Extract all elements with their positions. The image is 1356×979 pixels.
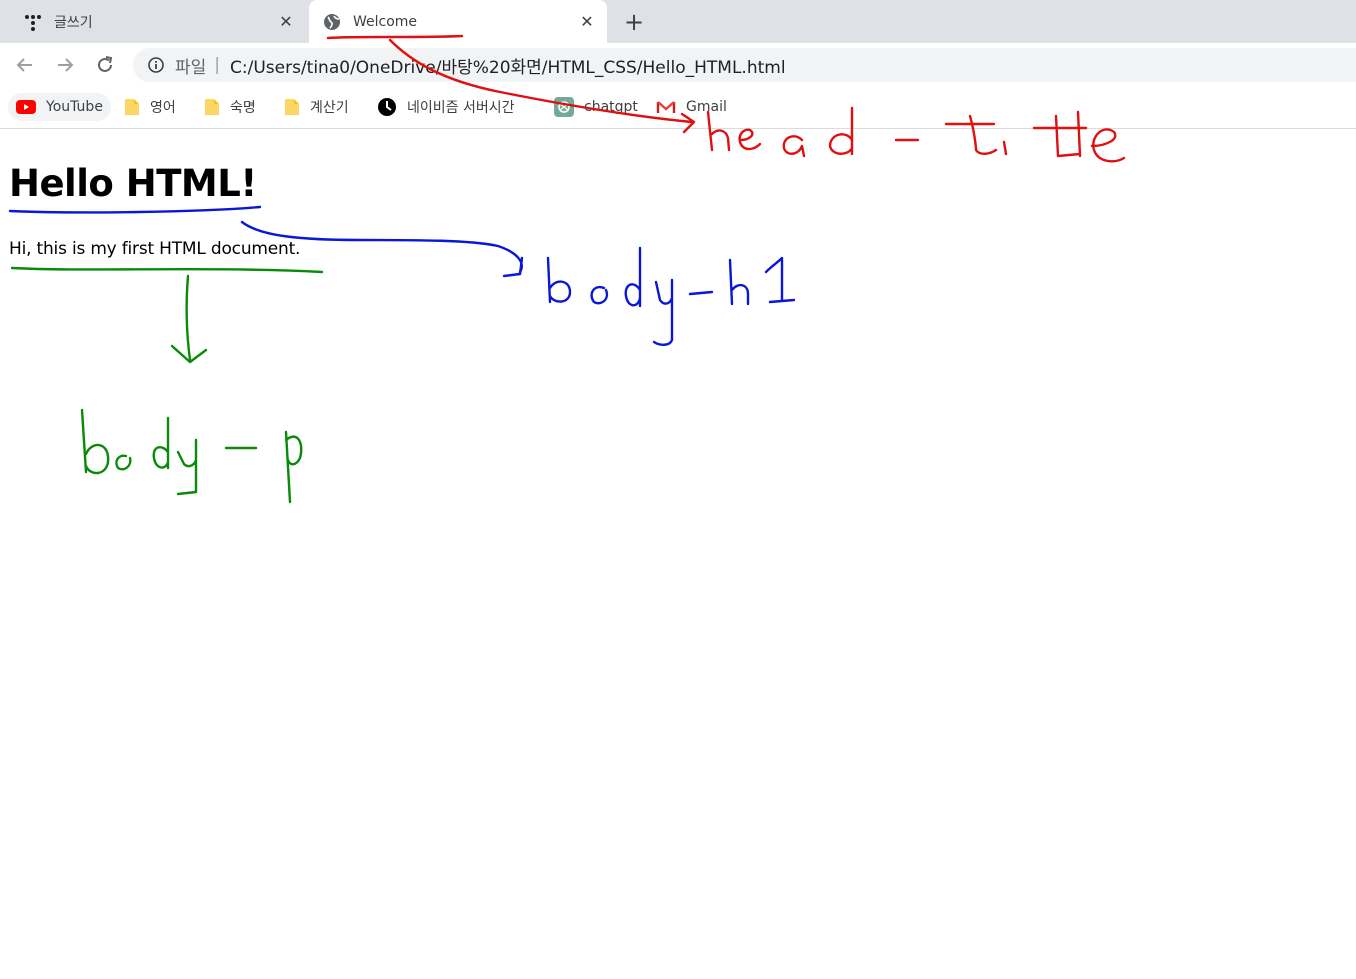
bookmark-chatgpt[interactable]: chatgpt [554,93,638,121]
bookmark-calculator[interactable]: 계산기 [284,93,349,121]
tab-strip: 글쓰기 ✕ Welcome ✕ + [0,0,1356,43]
chatgpt-icon [554,97,574,117]
bookmark-label: Gmail [686,99,727,115]
bookmark-gmail[interactable]: Gmail [656,93,727,121]
bookmarks-bar: YouTube 영어 숙명 계산기 네이비즘 서버시간 chatgpt Gmai… [0,87,1356,129]
tab-title: 글쓰기 [54,14,93,31]
close-icon[interactable]: ✕ [276,12,296,32]
bookmark-label: 영어 [150,100,176,116]
arrow-left-icon [16,58,32,72]
bookmark-label: 숙명 [230,100,256,116]
page-paragraph: Hi, this is my first HTML document. [9,239,301,259]
close-icon[interactable]: ✕ [577,12,597,32]
tab-welcome[interactable]: Welcome ✕ [309,0,607,43]
tab-title: Welcome [353,13,418,30]
bookmark-label: chatgpt [584,99,638,115]
tab-writing[interactable]: 글쓰기 ✕ [0,0,306,43]
back-button[interactable] [12,52,38,78]
bookmark-sookmyung[interactable]: 숙명 [204,93,256,121]
forward-button[interactable] [52,52,78,78]
toolbar: 파일 | C:/Users/tina0/OneDrive/바탕%20화면/HTM… [0,43,1356,87]
reload-icon [98,56,113,72]
folder-icon [204,98,220,116]
separator: | [214,55,221,75]
clock-icon [377,97,397,117]
arrow-right-icon [58,58,74,72]
globe-icon [323,13,341,31]
bookmark-server-time[interactable]: 네이비즘 서버시간 [377,93,515,121]
bookmark-youtube[interactable]: YouTube [8,93,111,121]
bookmark-label: YouTube [46,99,103,115]
bookmark-english[interactable]: 영어 [124,93,176,121]
new-tab-button[interactable]: + [620,8,648,36]
info-icon[interactable] [147,56,165,74]
app-dots-icon [24,13,42,31]
gmail-icon [656,99,676,115]
reload-button[interactable] [92,52,118,78]
folder-icon [124,98,140,116]
page-heading: Hello HTML! [9,162,257,205]
folder-icon [284,98,300,116]
scheme-label: 파일 [175,57,207,78]
address-bar[interactable]: 파일 | C:/Users/tina0/OneDrive/바탕%20화면/HTM… [133,48,1356,82]
page-viewport: Hello HTML! Hi, this is my first HTML do… [0,129,1356,979]
bookmark-label: 계산기 [310,100,349,116]
youtube-icon [16,100,36,114]
url-text[interactable]: C:/Users/tina0/OneDrive/바탕%20화면/HTML_CSS… [230,53,786,78]
bookmark-label: 네이비즘 서버시간 [407,100,515,116]
browser-window: 글쓰기 ✕ Welcome ✕ + 파일 | C:/Users/tina0/On… [0,0,1356,979]
